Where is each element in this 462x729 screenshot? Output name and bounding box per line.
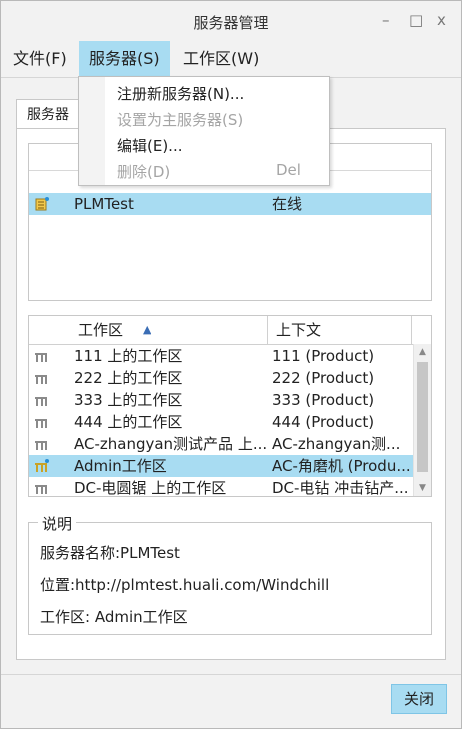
workspace-row[interactable]: 444 上的工作区 444 (Product) [29,411,413,433]
workspace-row[interactable]: DC-电圆锯 上的工作区 DC-电钻 冲击钻产... [29,477,413,497]
server-menu-dropdown: 注册新服务器(N)... 设置为主服务器(S) 编辑(E)... 删除(D) D… [78,76,330,186]
workspace-name-cell: 111 上的工作区 [74,347,183,365]
workspace-context-cell: AC-角磨机 (Produ... [272,457,411,475]
sort-ascending-icon: ▲ [143,323,152,336]
menu-server[interactable]: 服务器(S) [79,41,170,77]
menu-item-delete[interactable]: 删除(D) [117,161,170,182]
server-name: PLMTest [74,195,134,213]
workspace-icon [35,397,47,406]
workspace-row[interactable]: 333 上的工作区 333 (Product) [29,389,413,411]
column-divider[interactable] [411,316,412,344]
workspace-icon [35,485,47,494]
title-bar: 服务器管理 – □ x [1,1,461,41]
server-primary-icon [35,197,49,211]
workspace-table: 工作区 ▲ 上下文 111 上的工作区 111 (Product) 222 上的工作… [28,315,432,497]
workspace-context-cell: AC-zhangyan测... [272,435,401,453]
info-server-name: 服务器名称:PLMTest [40,544,180,562]
scroll-thumb[interactable] [417,362,428,472]
workspace-row[interactable]: Admin工作区 AC-角磨机 (Produ... [29,455,413,477]
workspace-context-cell: 333 (Product) [272,391,375,409]
menu-item-set-primary-server[interactable]: 设置为主服务器(S) [117,109,243,130]
minimize-button[interactable]: – [382,11,390,29]
column-header-workspace[interactable]: 工作区 [78,316,123,344]
menu-file[interactable]: 文件(F) [3,41,77,77]
menu-item-edit[interactable]: 编辑(E)... [117,135,183,156]
workspace-context-cell: 444 (Product) [272,413,375,431]
maximize-button[interactable]: □ [409,11,423,29]
workspace-context-cell: DC-电钻 冲击钻产... [272,479,409,497]
menu-item-register-server[interactable]: 注册新服务器(N)... [117,83,244,104]
workspace-context-cell: 111 (Product) [272,347,375,365]
workspace-icon [35,441,47,450]
info-location: 位置:http://plmtest.huali.com/Windchill [40,576,330,594]
close-button[interactable]: 关闭 [391,684,447,714]
workspace-name-cell: Admin工作区 [74,457,167,475]
workspace-icon [35,419,47,428]
server-row-plmtest[interactable]: PLMTest 在线 [29,193,431,215]
workspace-name-cell: AC-zhangyan测试产品 上... [74,435,266,453]
workspace-context-cell: 222 (Product) [272,369,375,387]
workspace-name-cell: 333 上的工作区 [74,391,183,409]
workspace-row[interactable]: 222 上的工作区 222 (Product) [29,367,413,389]
workspace-table-header: 工作区 ▲ 上下文 [29,316,431,345]
workspace-row[interactable]: 111 上的工作区 111 (Product) [29,345,413,367]
workspace-name-cell: DC-电圆锯 上的工作区 [74,479,227,497]
menu-item-delete-shortcut: Del [276,161,301,179]
workspace-name-cell: 444 上的工作区 [74,413,183,431]
workspace-icon [35,353,47,362]
tab-server[interactable]: 服务器 [16,99,80,129]
menu-workspace[interactable]: 工作区(W) [173,41,269,77]
workspace-row[interactable]: AC-zhangyan测试产品 上... AC-zhangyan测... [29,433,413,455]
workspace-active-icon [35,459,49,472]
scroll-down-icon[interactable]: ▼ [414,480,431,496]
column-divider[interactable] [267,316,268,344]
column-header-context[interactable]: 上下文 [276,316,321,344]
menu-bar: 文件(F) 服务器(S) 工作区(W) [1,41,461,77]
menu-icon-strip [79,77,105,185]
window-title: 服务器管理 [193,14,269,32]
workspace-icon [35,375,47,384]
info-workspace: 工作区: Admin工作区 [40,608,188,626]
workspace-scrollbar[interactable]: ▲ ▼ [413,344,431,496]
description-title: 说明 [38,513,77,534]
server-status: 在线 [272,195,303,213]
workspace-name-cell: 222 上的工作区 [74,369,183,387]
scroll-up-icon[interactable]: ▲ [414,344,431,360]
close-window-button[interactable]: x [437,11,446,29]
